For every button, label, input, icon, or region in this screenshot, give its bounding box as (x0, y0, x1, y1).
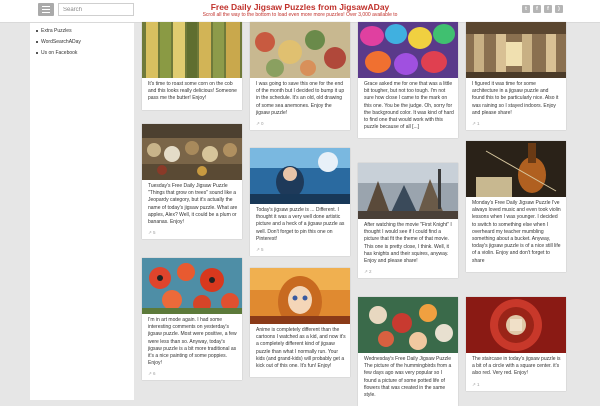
puzzle-thumbnail-violin[interactable] (466, 141, 566, 197)
puzzle-thumbnail-poppies[interactable] (142, 258, 242, 314)
sidebar-item-wordsearch[interactable]: WordSearchADay (30, 36, 134, 47)
puzzle-thumbnail-knights[interactable] (358, 163, 458, 219)
facebook-icon[interactable]: f (544, 5, 552, 13)
card-excerpt: Today's jigsaw puzzle is ... Different. … (256, 207, 345, 242)
puzzle-card[interactable]: It's time to roast some corn on the cob … (142, 22, 242, 110)
card-excerpt: Monday's Free Daily Jigsaw Puzzle I've a… (472, 200, 561, 264)
card-excerpt: Anime is completely different than the c… (256, 327, 346, 370)
card-stats (466, 265, 566, 272)
card-stats: ↗ 6 (148, 371, 156, 377)
puzzle-card[interactable]: Tuesday's Free Daily Jigsaw Puzzle "Thin… (142, 124, 242, 240)
site-title[interactable]: Free Daily Jigsaw Puzzles from JigsawADa… (160, 2, 440, 12)
bullet-icon (36, 29, 38, 32)
puzzle-thumbnail-market[interactable] (142, 124, 242, 180)
card-excerpt: I was going to save this one for the end… (256, 81, 345, 116)
twitter-icon[interactable]: t (522, 5, 530, 13)
card-excerpt: I figured it was time for some architect… (472, 81, 559, 116)
card-stats: ↗ 5 (256, 247, 264, 253)
sidebar-item-label: Us on Facebook (41, 49, 78, 56)
card-stats (358, 399, 458, 406)
card-excerpt: After watching the movie "First Knight" … (364, 222, 452, 265)
search-input[interactable] (58, 3, 134, 16)
facebook-icon[interactable]: f (533, 5, 541, 13)
card-excerpt: Grace asked me for one that was a little… (364, 81, 454, 131)
card-stats: ↗ 2 (364, 269, 372, 275)
top-bar: Free Daily Jigsaw Puzzles from JigsawADa… (0, 0, 600, 23)
puzzle-thumbnail-anime[interactable] (250, 268, 350, 324)
puzzle-thumbnail-flowers[interactable] (358, 297, 458, 353)
bullet-icon (36, 51, 38, 54)
sidebar-item-label: WordSearchADay (41, 38, 81, 45)
puzzle-card[interactable]: Monday's Free Daily Jigsaw Puzzle I've a… (466, 141, 566, 272)
puzzle-card[interactable]: Grace asked me for one that was a little… (358, 22, 458, 139)
puzzle-thumbnail-red-staircase[interactable] (466, 297, 566, 353)
rss-icon[interactable]: ) (555, 5, 563, 13)
card-stats: ↗ 5 (148, 230, 156, 236)
bullet-icon (36, 40, 38, 43)
puzzle-card[interactable]: The staircase in today's jigsaw puzzle i… (466, 297, 566, 391)
puzzle-thumbnail-fantasy-girl[interactable] (250, 148, 350, 204)
card-excerpt: I'm in art mode again. I had some intere… (148, 317, 237, 367)
puzzle-card[interactable]: Wednesday's Free Daily Jigsaw Puzzle The… (358, 297, 458, 406)
site-tagline: Scroll all the way to the bottom to load… (202, 12, 398, 18)
puzzle-thumbnail-corn[interactable] (142, 22, 242, 78)
card-stats: ↗ 0 (256, 121, 264, 127)
puzzle-thumbnail-architecture[interactable] (466, 22, 566, 78)
menu-icon[interactable] (38, 3, 54, 16)
puzzle-card[interactable]: I'm in art mode again. I had some intere… (142, 258, 242, 381)
puzzle-card[interactable]: After watching the movie "First Knight" … (358, 163, 458, 279)
puzzle-card[interactable]: I figured it was time for some architect… (466, 22, 566, 131)
puzzle-thumbnail-sea-anemones[interactable] (250, 22, 350, 78)
puzzle-card[interactable]: Today's jigsaw puzzle is ... Different. … (250, 148, 350, 257)
card-excerpt: It's time to roast some corn on the cob … (148, 81, 237, 102)
card-stats: ↗ 1 (472, 381, 480, 387)
card-excerpt: Tuesday's Free Daily Jigsaw Puzzle "Thin… (148, 183, 238, 226)
sidebar-item-facebook[interactable]: Us on Facebook (30, 47, 134, 58)
puzzle-card[interactable]: I was going to save this one for the end… (250, 22, 350, 131)
card-stats (358, 131, 458, 138)
sidebar: Extra Puzzles WordSearchADay Us on Faceb… (30, 23, 134, 400)
card-excerpt: Wednesday's Free Daily Jigsaw Puzzle The… (364, 356, 452, 399)
sidebar-item-extra-puzzles[interactable]: Extra Puzzles (30, 25, 134, 36)
card-stats (250, 370, 350, 377)
puzzle-card[interactable]: Anime is completely different than the c… (250, 268, 350, 378)
card-excerpt: The staircase in today's jigsaw puzzle i… (472, 356, 561, 377)
card-stats (142, 103, 242, 110)
puzzle-thumbnail-colorful-blobs[interactable] (358, 22, 458, 78)
card-stats: ↗ 1 (472, 121, 480, 127)
sidebar-item-label: Extra Puzzles (41, 27, 72, 34)
